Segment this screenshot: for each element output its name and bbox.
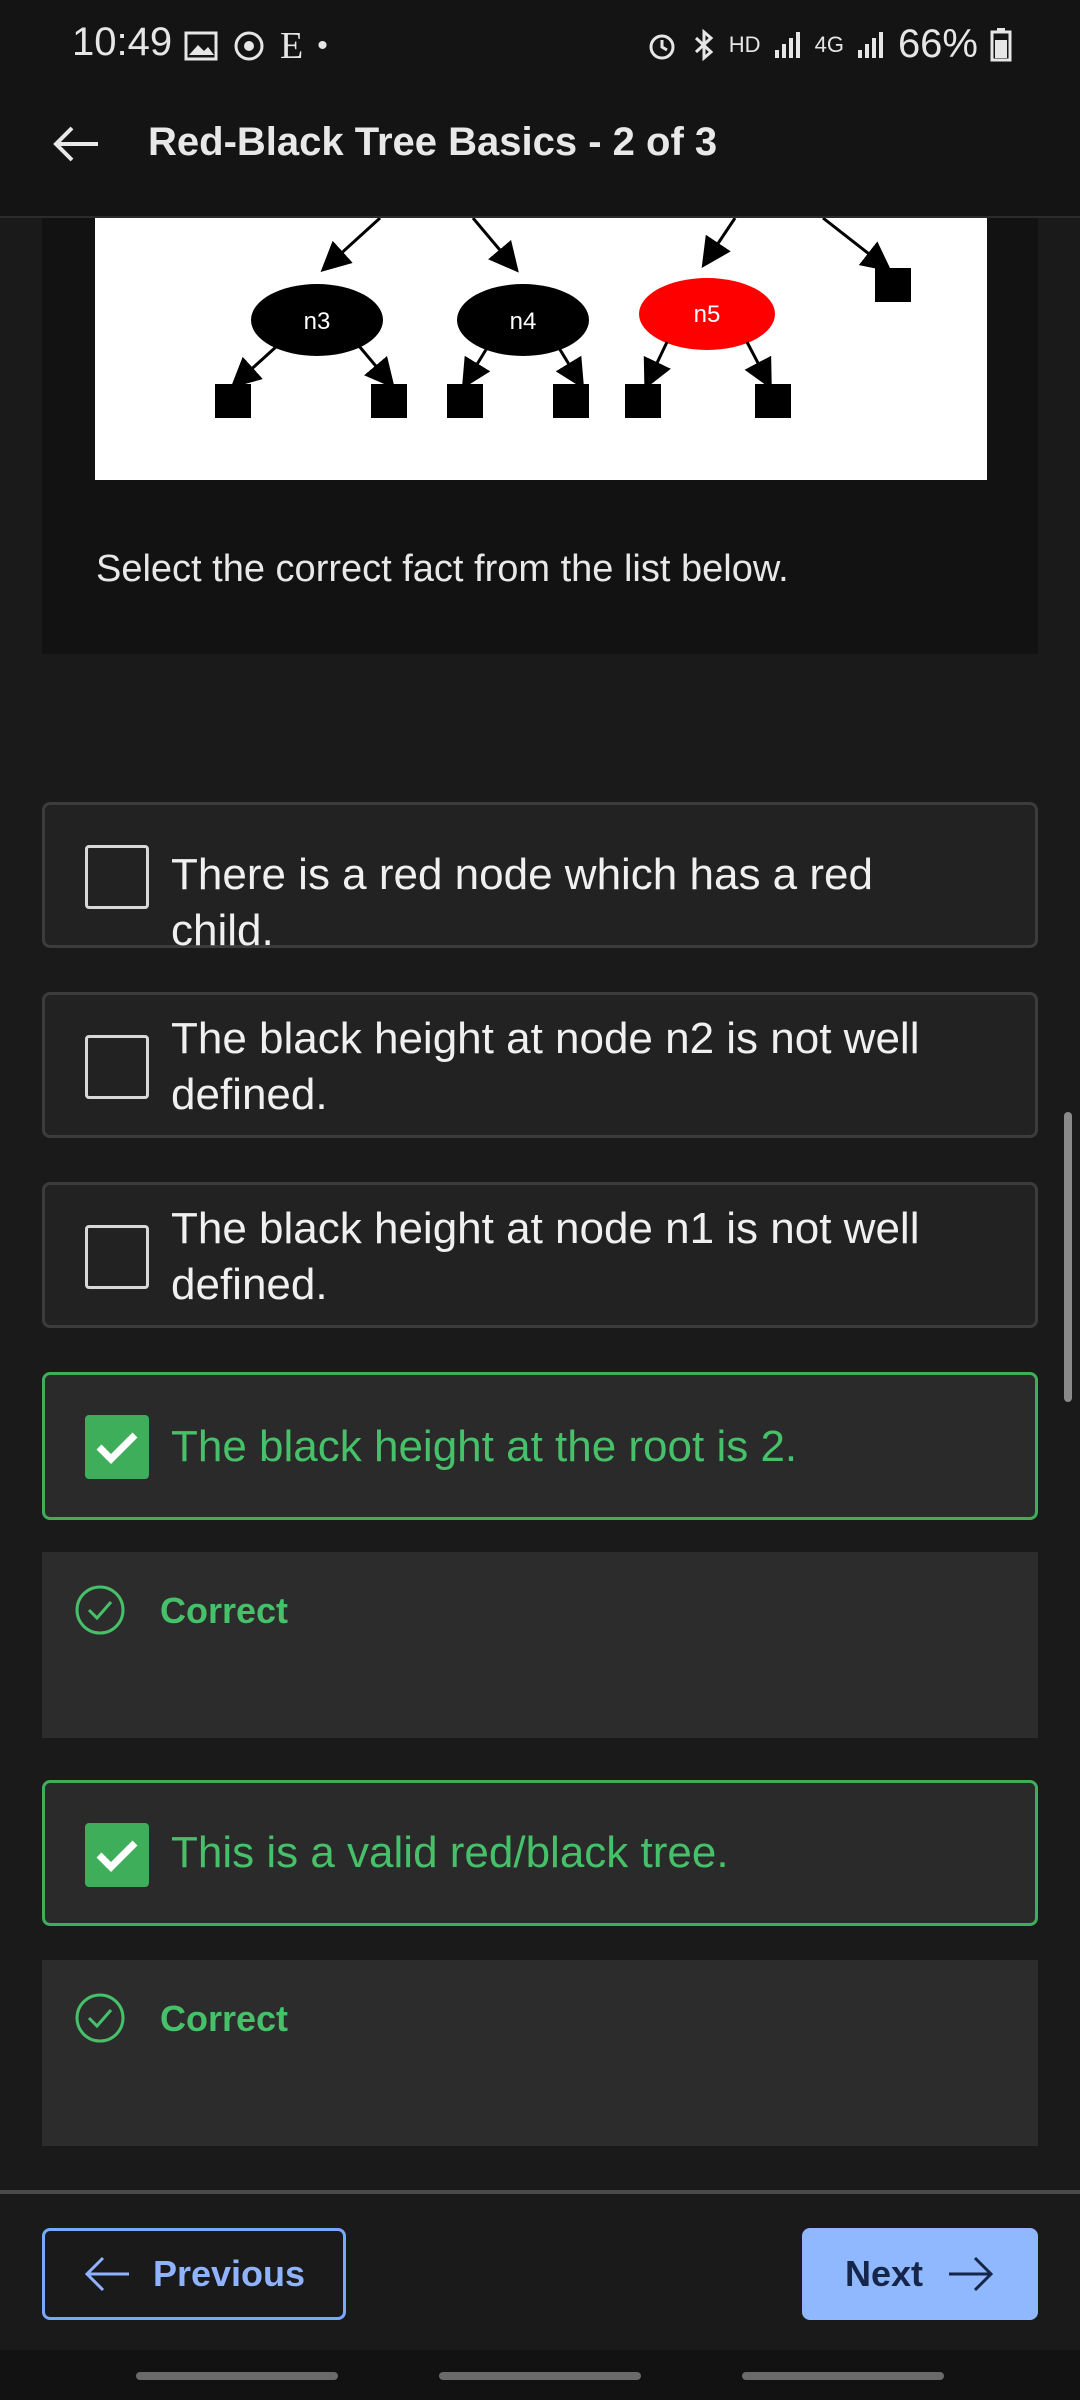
checkbox[interactable] [85, 1225, 149, 1289]
option-text: The black height at the root is 2. [171, 1422, 798, 1471]
leaf-node [215, 384, 251, 418]
divider [0, 2190, 1080, 2194]
question-prompt: Select the correct fact from the list be… [96, 548, 789, 590]
answer-option[interactable]: The black height at node n1 is not well … [42, 1182, 1038, 1328]
nav-back[interactable] [742, 2372, 944, 2380]
checkbox-checked[interactable] [85, 1823, 149, 1887]
battery-level: 66% [897, 22, 978, 66]
status-time: 10:49 [72, 20, 173, 64]
answer-option-selected[interactable]: This is a valid red/black tree. [42, 1780, 1038, 1926]
answer-option[interactable]: There is a red node which has a red chil… [42, 802, 1038, 955]
check-circle-icon [75, 1585, 125, 1635]
checkbox-checked[interactable] [85, 1415, 149, 1479]
tree-node-label: n5 [694, 301, 721, 328]
arrow-right-icon [949, 2256, 994, 2292]
feedback-panel: Correct [42, 1552, 1038, 1738]
signal-icon-2 [857, 31, 883, 58]
arrow-left-icon [53, 126, 98, 162]
notification-dot: • [317, 29, 328, 62]
system-nav-bar [0, 2350, 1080, 2400]
leaf-node [553, 384, 589, 418]
next-button[interactable]: Next [802, 2228, 1038, 2320]
answer-option-selected[interactable]: The black height at the root is 2. [42, 1372, 1038, 1520]
page-title: Red-Black Tree Basics - 2 of 3 [148, 120, 718, 164]
gallery-icon [184, 31, 218, 61]
tree-node-label: n4 [510, 308, 537, 335]
previous-button[interactable]: Previous [42, 2228, 346, 2320]
checkbox[interactable] [85, 1035, 149, 1099]
previous-label: Previous [152, 2253, 306, 2294]
feedback-text: Correct [160, 1998, 289, 2039]
bluetooth-icon [694, 28, 714, 61]
option-text: The black height at node n2 is not well … [171, 1014, 920, 1119]
hd-icon: HD [728, 31, 761, 57]
back-button[interactable] [44, 112, 108, 176]
tree-node-label: n3 [304, 308, 331, 335]
answer-option[interactable]: The black height at node n2 is not well … [42, 992, 1038, 1138]
check-icon [96, 1432, 138, 1464]
leaf-node [371, 384, 407, 418]
option-text: There is a red node which has a red chil… [171, 850, 873, 955]
sync-icon [234, 31, 264, 61]
e-icon: E [280, 25, 304, 67]
signal-icon [774, 31, 800, 58]
check-circle-icon [75, 1993, 125, 2043]
app-bar: Red-Black Tree Basics - 2 of 3 [0, 92, 1080, 218]
next-label: Next [844, 2253, 924, 2294]
tree-diagram: n3 n4 n5 [95, 218, 987, 480]
option-text: This is a valid red/black tree. [171, 1828, 729, 1877]
check-icon [96, 1840, 138, 1872]
feedback-text: Correct [160, 1590, 289, 1631]
leaf-node [625, 384, 661, 418]
battery-icon [990, 27, 1012, 61]
network-type: 4G [814, 31, 844, 57]
checkbox[interactable] [85, 845, 149, 909]
nav-recents[interactable] [136, 2372, 338, 2380]
leaf-node [447, 384, 483, 418]
feedback-panel: Correct [42, 1960, 1038, 2146]
status-bar: 10:49 E • HD 4G 66% [0, 0, 1080, 92]
scrollbar[interactable] [1064, 1112, 1072, 1402]
leaf-node [755, 384, 791, 418]
alarm-icon [649, 34, 675, 59]
option-text: The black height at node n1 is not well … [171, 1204, 920, 1309]
arrow-left-icon [84, 2256, 129, 2292]
nav-home[interactable] [439, 2372, 641, 2380]
leaf-node [875, 268, 911, 302]
